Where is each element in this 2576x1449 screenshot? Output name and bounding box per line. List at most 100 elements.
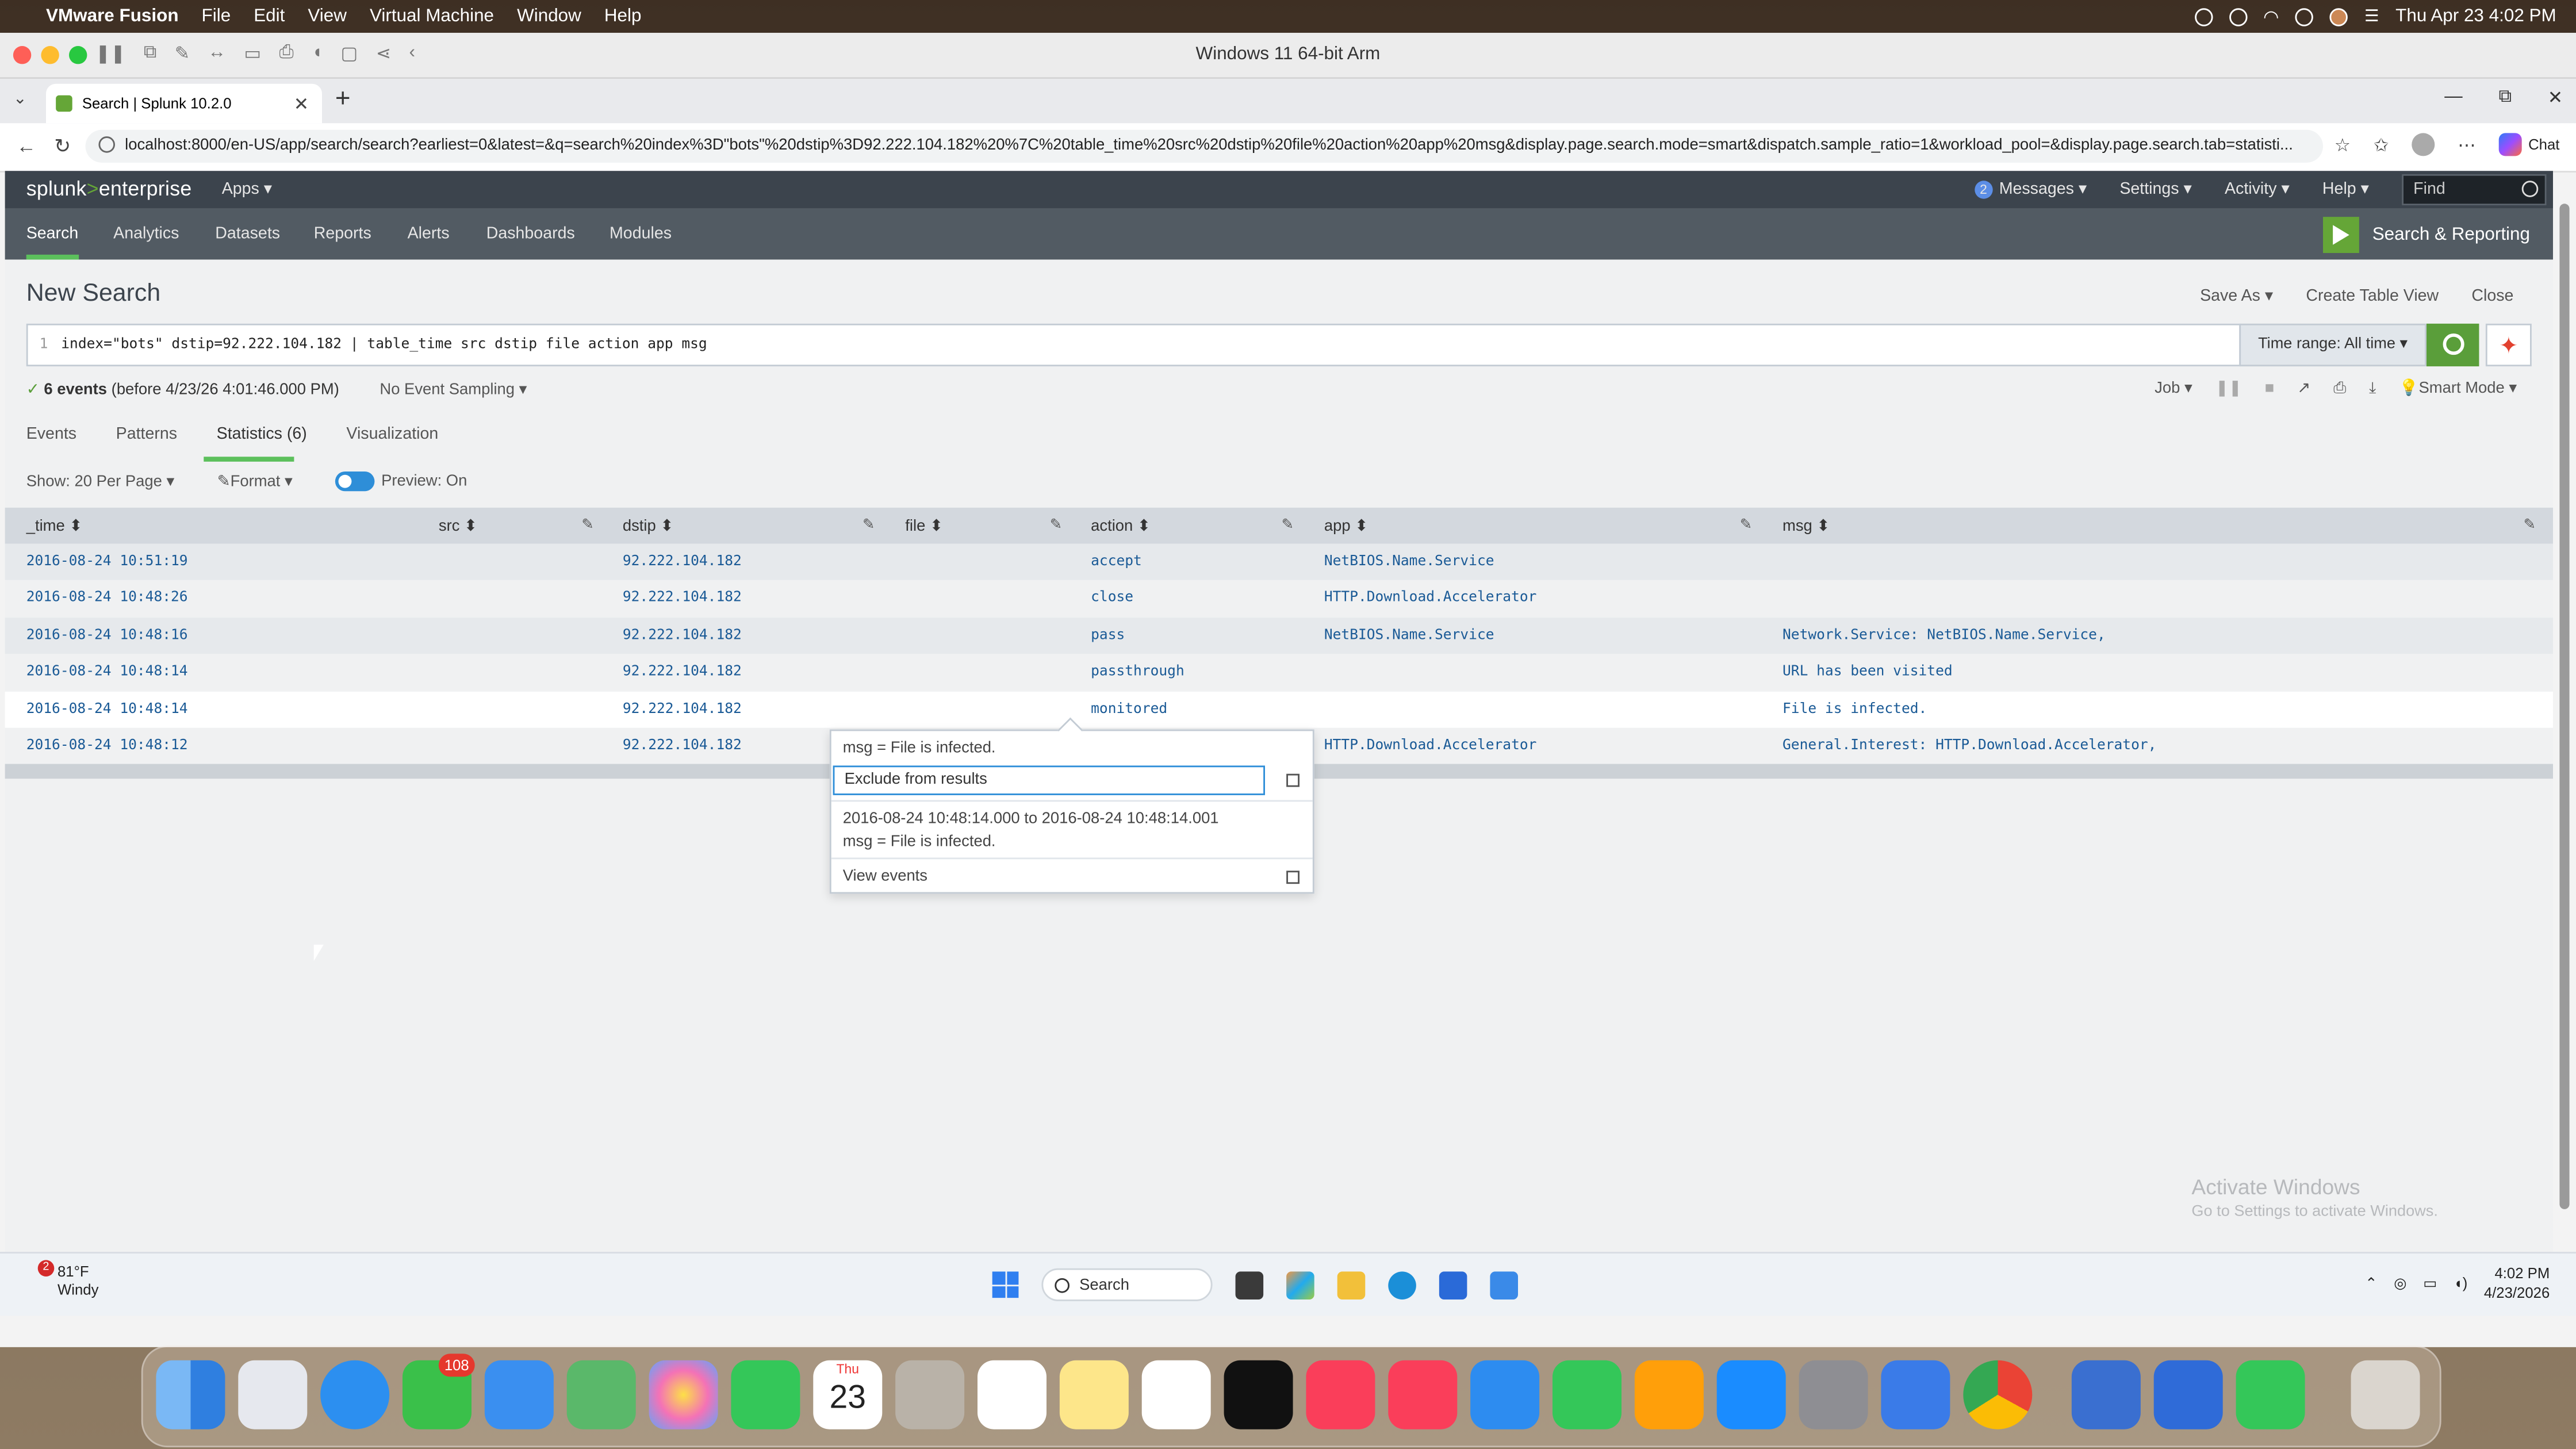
ai-assistant-button[interactable]: ✦	[2485, 323, 2532, 367]
tab-visualization[interactable]: Visualization	[346, 425, 438, 443]
col-app[interactable]: app ⬍	[1324, 518, 1368, 535]
tab-patterns[interactable]: Patterns	[116, 425, 177, 443]
format-dropdown[interactable]: ✎Format ▾	[217, 472, 293, 490]
cell-time[interactable]: 2016-08-24 10:48:26	[26, 591, 188, 607]
tab-events[interactable]: Events	[26, 425, 76, 443]
refresh-icon[interactable]: ↻	[54, 135, 71, 158]
menu-help[interactable]: Help	[604, 6, 642, 26]
edit-col-msg-icon[interactable]: ✎	[2524, 516, 2536, 534]
cell-action[interactable]: accept	[1091, 554, 1142, 570]
trash-icon[interactable]	[2351, 1360, 2420, 1429]
apps-menu[interactable]: Apps ▾	[222, 181, 272, 198]
save-as-button[interactable]: Save As ▾	[2200, 288, 2273, 305]
music-icon[interactable]	[1306, 1360, 1375, 1429]
close-icon[interactable]: ✕	[2548, 87, 2563, 108]
nav-datasets[interactable]: Datasets	[215, 225, 280, 243]
splunk-logo[interactable]: splunk>enterprise	[26, 178, 192, 201]
cell-msg[interactable]: URL has been visited	[1782, 664, 1953, 681]
tab-statistics[interactable]: Statistics (6)	[217, 425, 307, 443]
siri-icon[interactable]	[2329, 7, 2348, 26]
run-search-button[interactable]	[2426, 323, 2479, 367]
phone-icon[interactable]	[2236, 1360, 2305, 1429]
col-file[interactable]: file ⬍	[905, 518, 943, 535]
facetime-icon[interactable]	[731, 1360, 800, 1429]
calendar-icon[interactable]: Thu 23	[813, 1360, 883, 1429]
launchpad-icon[interactable]	[238, 1360, 308, 1429]
view-events-option[interactable]: View events	[843, 868, 927, 885]
smart-mode-dropdown[interactable]: 💡Smart Mode ▾	[2399, 379, 2517, 397]
nav-modules[interactable]: Modules	[610, 225, 672, 243]
network-tray-icon[interactable]: ◎	[2394, 1274, 2406, 1292]
cell-app[interactable]: NetBIOS.Name.Service	[1324, 554, 1494, 570]
cell-time[interactable]: 2016-08-24 10:51:19	[26, 554, 188, 570]
system-settings-icon[interactable]	[1799, 1360, 1868, 1429]
keynote-icon[interactable]	[1470, 1360, 1540, 1429]
user-icon[interactable]	[2228, 7, 2247, 26]
cell-dstip[interactable]: 92.222.104.182	[623, 664, 742, 681]
tab-actions-chevron-icon[interactable]: ⌄	[13, 90, 27, 108]
notes-icon[interactable]	[1059, 1360, 1129, 1429]
vmware-fusion-icon[interactable]	[2153, 1360, 2223, 1429]
cell-dstip[interactable]: 92.222.104.182	[623, 701, 742, 718]
iphone-mirroring-icon[interactable]	[1881, 1360, 1950, 1429]
cell-dstip[interactable]: 92.222.104.182	[623, 738, 742, 754]
nav-analytics[interactable]: Analytics	[113, 225, 179, 243]
maps-icon[interactable]	[566, 1360, 636, 1429]
search-icon[interactable]	[2295, 7, 2314, 26]
col-msg[interactable]: msg ⬍	[1782, 518, 1830, 535]
col-action[interactable]: action ⬍	[1091, 518, 1151, 535]
print-icon[interactable]: ⎙	[2333, 379, 2346, 397]
edge-icon[interactable]	[1388, 1271, 1416, 1299]
minimize-icon[interactable]: —	[2444, 87, 2462, 108]
more-icon[interactable]: ⋯	[2458, 134, 2475, 155]
reminders-icon[interactable]	[977, 1360, 1046, 1429]
cell-time[interactable]: 2016-08-24 10:48:12	[26, 738, 188, 754]
numbers-icon[interactable]	[1552, 1360, 1621, 1429]
pages-icon[interactable]	[1634, 1360, 1704, 1429]
find-search-icon[interactable]	[2521, 181, 2539, 197]
cell-app[interactable]: NetBIOS.Name.Service	[1324, 627, 1494, 644]
mail-icon[interactable]	[484, 1360, 554, 1429]
menu-view[interactable]: View	[308, 6, 347, 26]
copilot-chat-button[interactable]: Chat	[2498, 133, 2559, 156]
freeform-icon[interactable]	[1141, 1360, 1211, 1429]
close-button[interactable]: Close	[2471, 288, 2513, 305]
weather-widget[interactable]: 2 81°F Windy	[23, 1260, 98, 1300]
browser-tab-splunk[interactable]: Search | Splunk 10.2.0 ✕	[46, 83, 322, 124]
cell-time[interactable]: 2016-08-24 10:48:16	[26, 627, 188, 644]
chrome-icon[interactable]	[1963, 1360, 2033, 1429]
photos-icon[interactable]	[649, 1360, 718, 1429]
export-icon[interactable]: ⤓	[2369, 379, 2376, 397]
job-menu[interactable]: Job ▾	[2155, 379, 2192, 397]
close-tab-icon[interactable]: ✕	[294, 94, 309, 115]
menu-window[interactable]: Window	[517, 6, 581, 26]
taskbar-clock[interactable]: 4:02 PM 4/23/2026	[2484, 1263, 2550, 1303]
cell-time[interactable]: 2016-08-24 10:48:14	[26, 701, 188, 718]
volume-tray-icon[interactable]: ◖)	[2454, 1275, 2467, 1291]
cell-msg[interactable]: Network.Service: NetBIOS.Name.Service,	[1782, 627, 2106, 644]
per-page-dropdown[interactable]: Show: 20 Per Page ▾	[26, 472, 175, 490]
open-new-tab-icon[interactable]	[1286, 773, 1300, 787]
cell-time[interactable]: 2016-08-24 10:48:14	[26, 664, 188, 681]
cell-action[interactable]: pass	[1091, 627, 1125, 644]
cell-msg[interactable]: General.Interest: HTTP.Download.Accelera…	[1782, 738, 2156, 754]
control-center-icon[interactable]: ☰	[2364, 7, 2379, 25]
cell-msg-selected[interactable]: File is infected.	[1782, 701, 1927, 718]
find-input[interactable]: Find	[2402, 174, 2547, 206]
menu-edit[interactable]: Edit	[254, 6, 285, 26]
splunk-vm-icon[interactable]	[2071, 1360, 2141, 1429]
app-store-icon[interactable]	[1716, 1360, 1786, 1429]
stop-icon[interactable]: ■	[2265, 379, 2275, 397]
help-menu[interactable]: Help ▾	[2322, 181, 2369, 198]
cell-action[interactable]: monitored	[1091, 701, 1167, 718]
restore-icon[interactable]: ⧉	[2498, 87, 2511, 108]
settings-menu[interactable]: Settings ▾	[2119, 181, 2192, 198]
menu-virtual-machine[interactable]: Virtual Machine	[370, 6, 494, 26]
safari-icon[interactable]	[320, 1360, 390, 1429]
nav-search[interactable]: Search	[26, 225, 79, 243]
edit-col-dstip-icon[interactable]: ✎	[862, 516, 875, 534]
create-table-view-button[interactable]: Create Table View	[2306, 288, 2439, 305]
preview-toggle[interactable]: Preview: On	[335, 471, 467, 492]
edit-col-file-icon[interactable]: ✎	[1050, 516, 1063, 534]
outlook-icon[interactable]	[1490, 1271, 1518, 1299]
